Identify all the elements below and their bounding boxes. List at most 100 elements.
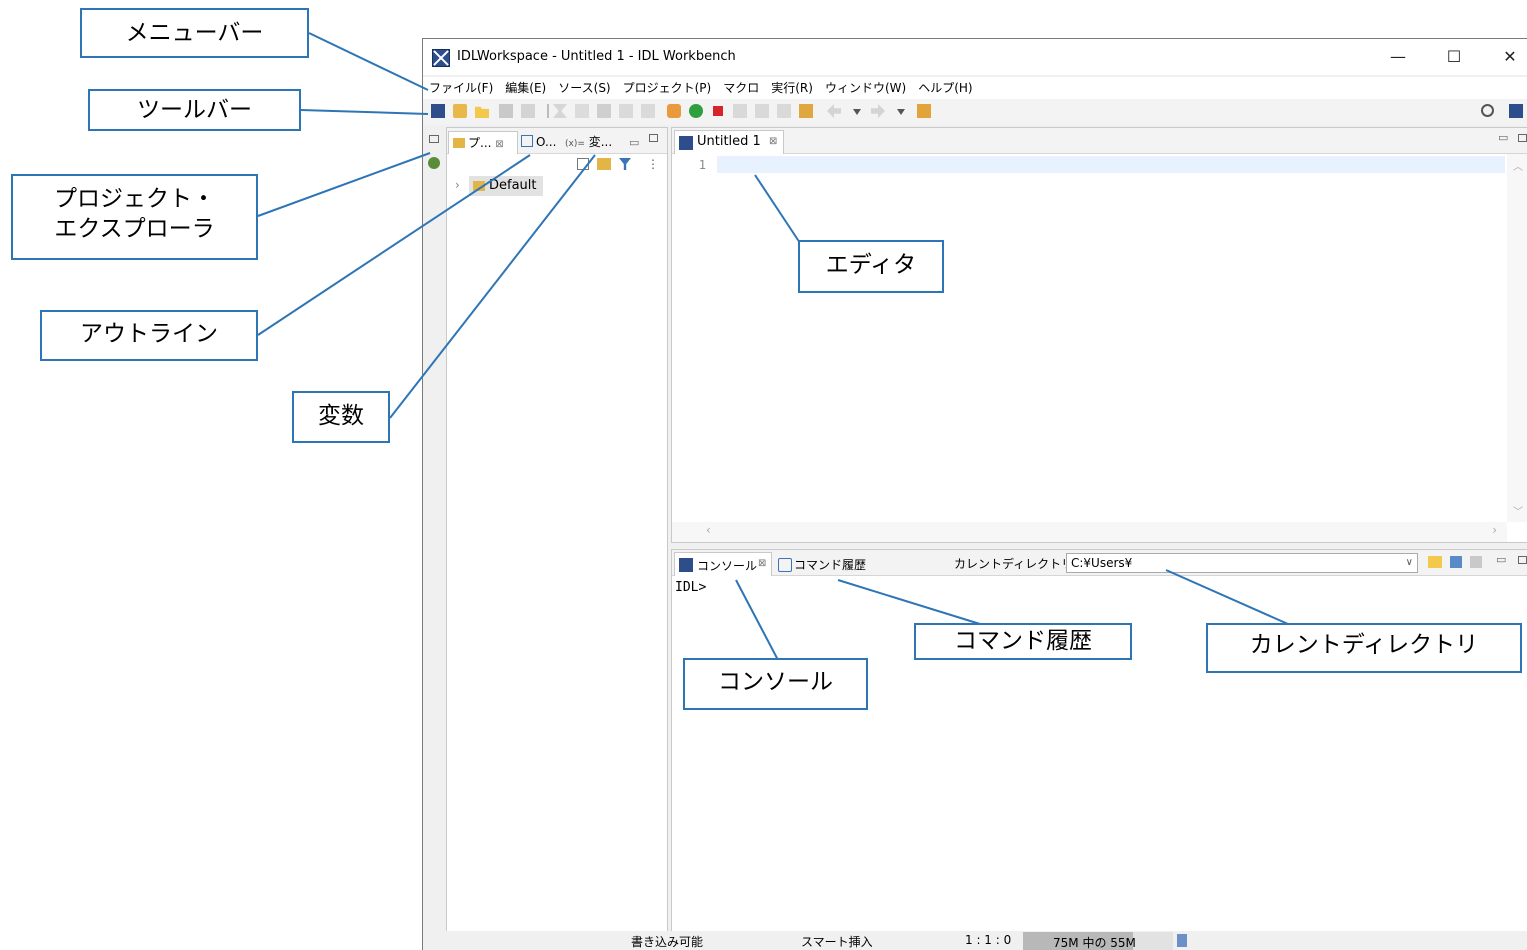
tab-untitled-1[interactable]: Untitled 1 ⊠ <box>674 130 784 154</box>
tab-command-history[interactable]: コマンド履歴 <box>776 552 872 576</box>
paste-icon[interactable] <box>597 104 611 118</box>
status-cursor-position: 1 : 1 : 0 <box>965 933 1012 947</box>
tab-console[interactable]: コンソール ⊠ <box>674 552 772 576</box>
save-console-icon[interactable] <box>1450 556 1462 568</box>
link-with-editor-icon[interactable] <box>597 158 611 170</box>
heap-text: 75M 中の 55M <box>1053 936 1136 950</box>
expand-chevron-icon[interactable]: › <box>455 178 460 192</box>
chevron-down-icon[interactable] <box>853 109 861 115</box>
close-icon[interactable]: ⊠ <box>769 136 777 147</box>
tab-variables[interactable]: (x)= 変... <box>565 131 615 153</box>
run-icon[interactable] <box>689 104 703 118</box>
outline-tab-label: O... <box>536 135 557 149</box>
debug-bug-icon[interactable] <box>428 157 440 169</box>
open-folder-icon[interactable] <box>475 106 489 118</box>
tree-item-label: Default <box>489 178 537 193</box>
new-project-icon[interactable] <box>453 104 467 118</box>
collapse-all-icon[interactable] <box>577 158 589 170</box>
status-bar: 書き込み可能 スマート挿入 1 : 1 : 0 75M 中の 55M <box>423 931 1527 950</box>
current-line-highlight[interactable] <box>717 156 1505 173</box>
menu-project[interactable]: プロジェクト(P) <box>617 77 718 99</box>
close-button[interactable]: ✕ <box>1488 43 1527 71</box>
chevron-down-icon[interactable]: ﹀ <box>1513 503 1523 518</box>
cwd-label: カレントディレクトリ: <box>954 557 1078 571</box>
console-tab-label: コンソール <box>697 559 758 573</box>
filter-icon[interactable] <box>619 158 631 170</box>
menu-run[interactable]: 実行(R) <box>765 77 819 99</box>
console-area: コンソール ⊠ コマンド履歴 カレントディレクトリ: C:¥Users¥ ∨ ▭… <box>671 549 1527 950</box>
menu-macro[interactable]: マクロ <box>717 77 765 99</box>
close-icon[interactable]: ⊠ <box>495 139 503 150</box>
step-into-icon[interactable] <box>733 104 747 118</box>
redo-icon[interactable] <box>641 104 655 118</box>
step-return-icon[interactable] <box>777 104 791 118</box>
copy-icon[interactable] <box>575 104 589 118</box>
back-arrow-icon[interactable] <box>827 104 841 118</box>
forward-arrow-icon[interactable] <box>871 104 885 118</box>
history-icon <box>778 558 792 572</box>
menu-bar: ファイル(F) 編集(E) ソース(S) プロジェクト(P) マクロ 実行(R) ウィンドウ… <box>423 77 1527 99</box>
idl-app-icon <box>432 49 450 67</box>
chevron-left-icon[interactable]: ‹ <box>706 523 711 537</box>
chevron-down-icon[interactable]: ∨ <box>1406 554 1413 572</box>
tool-bar <box>423 99 1527 125</box>
search-icon[interactable] <box>1481 104 1494 117</box>
vertical-scrollbar[interactable]: ︿ ﹀ <box>1507 154 1527 522</box>
status-insert-mode: スマート挿入 <box>801 935 873 949</box>
minimize-button[interactable]: — <box>1376 43 1420 71</box>
editor-tab-label: Untitled 1 <box>697 134 761 149</box>
tab-outline[interactable]: O... <box>519 131 563 153</box>
debug-config-icon[interactable] <box>799 104 813 118</box>
chevron-up-icon[interactable]: ︿ <box>1513 158 1523 173</box>
tree-item-default[interactable]: Default <box>469 176 543 196</box>
idl-perspective-icon[interactable] <box>1509 104 1523 118</box>
restore-icon[interactable] <box>429 135 439 143</box>
maximize-button[interactable]: ☐ <box>1432 43 1476 71</box>
menu-window[interactable]: ウィンドウ(W) <box>819 77 912 99</box>
heap-status[interactable]: 75M 中の 55M <box>1023 932 1173 950</box>
menu-help[interactable]: ヘルプ(H) <box>912 77 978 99</box>
status-writable: 書き込み可能 <box>631 935 704 949</box>
left-view-tabs: プ... ⊠ O... (x)= 変... ▭ <box>447 128 667 154</box>
chevron-right-icon[interactable]: › <box>1492 523 1497 537</box>
horizontal-scrollbar[interactable]: ‹ › <box>672 522 1507 542</box>
pin-editor-icon[interactable] <box>917 104 931 118</box>
save-icon[interactable] <box>499 104 513 118</box>
stop-icon[interactable] <box>713 106 723 116</box>
new-idl-file-icon[interactable] <box>431 104 445 118</box>
callout-editor: エディタ <box>798 240 944 293</box>
menu-file[interactable]: ファイル(F) <box>423 77 499 99</box>
open-folder-icon[interactable] <box>1428 556 1442 568</box>
window-title: IDLWorkspace - Untitled 1 - IDL Workbenc… <box>457 49 736 64</box>
current-directory-input[interactable]: C:¥Users¥ ∨ <box>1066 553 1418 573</box>
close-icon[interactable]: ⊠ <box>758 558 766 569</box>
title-bar[interactable]: IDLWorkspace - Untitled 1 - IDL Workbenc… <box>423 39 1527 75</box>
console-tab-bar: コンソール ⊠ コマンド履歴 カレントディレクトリ: C:¥Users¥ ∨ ▭ <box>672 550 1527 576</box>
clear-console-icon[interactable] <box>1470 556 1482 568</box>
minimize-view-icon[interactable]: ▭ <box>629 136 639 149</box>
maximize-view-icon[interactable] <box>1518 556 1527 564</box>
callout-menubar: メニューバー <box>80 8 309 58</box>
minimize-view-icon[interactable]: ▭ <box>1498 131 1508 144</box>
menu-edit[interactable]: 編集(E) <box>499 77 552 99</box>
tab-project-explorer[interactable]: プ... ⊠ <box>448 131 518 154</box>
undo-icon[interactable] <box>619 104 633 118</box>
cut-icon[interactable] <box>553 104 567 118</box>
toolbar-separator <box>547 104 549 118</box>
project-folder-icon <box>473 181 485 191</box>
callout-toolbar: ツールバー <box>88 89 301 131</box>
compile-icon[interactable] <box>667 104 681 118</box>
callout-command-history: コマンド履歴 <box>914 623 1132 660</box>
garbage-collect-icon[interactable] <box>1177 934 1187 947</box>
save-all-icon[interactable] <box>521 104 535 118</box>
callout-project-explorer: プロジェクト・ エクスプローラ <box>11 174 258 260</box>
maximize-view-icon[interactable] <box>649 134 658 142</box>
chevron-down-icon[interactable] <box>897 109 905 115</box>
console-prompt[interactable]: IDL> <box>675 580 706 595</box>
menu-source[interactable]: ソース(S) <box>552 77 616 99</box>
step-over-icon[interactable] <box>755 104 769 118</box>
minimize-view-icon[interactable]: ▭ <box>1496 553 1506 566</box>
view-menu-icon[interactable]: ⋮ <box>647 157 659 171</box>
maximize-view-icon[interactable] <box>1518 134 1527 142</box>
leader-project-explorer <box>257 152 431 217</box>
